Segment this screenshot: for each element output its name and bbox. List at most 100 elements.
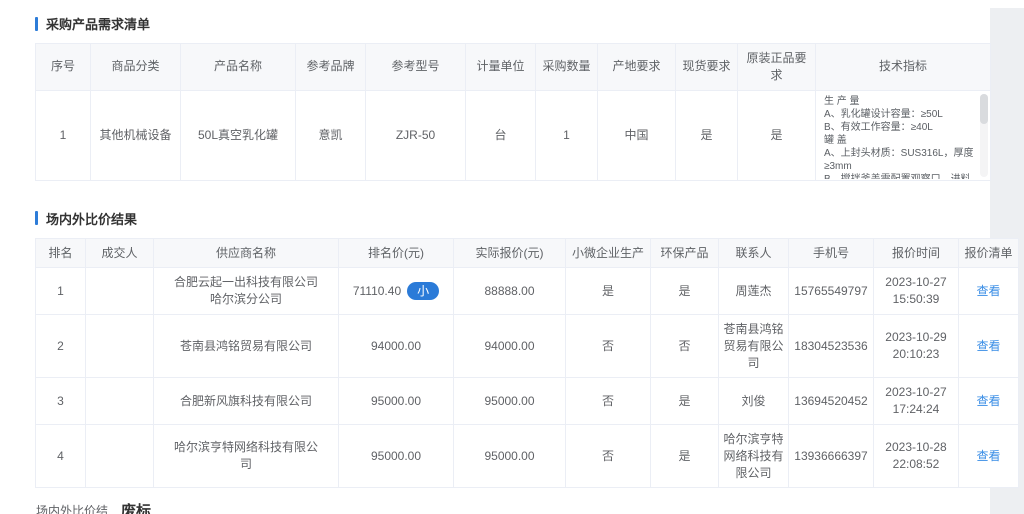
cell-contact: 刘俊 <box>719 378 789 425</box>
cell-tech-specs: 生 产 量 A、乳化罐设计容量：≥50L B、有效工作容量：≥40L 罐 盖 A… <box>816 90 991 180</box>
cell-actual-price: 95000.00 <box>454 424 566 487</box>
result-form: 场内外比价结果: 废标 说明: 已报价供应商均不满足采购人需求条件。有效投标不足… <box>35 502 990 514</box>
cell-phone: 13936666397 <box>789 424 874 487</box>
rank-price-value: 95000.00 <box>371 394 421 408</box>
scrollbar-thumb[interactable] <box>980 94 988 124</box>
cell-actual-price: 94000.00 <box>454 314 566 377</box>
cell-product-name: 50L真空乳化罐 <box>181 90 296 180</box>
requirements-table: 序号 商品分类 产品名称 参考品牌 参考型号 计量单位 采购数量 产地要求 现货… <box>35 43 991 181</box>
cell-rank: 1 <box>36 268 86 315</box>
cell-winner <box>86 424 154 487</box>
cell-eco: 否 <box>651 314 719 377</box>
cell-winner <box>86 268 154 315</box>
col-quantity: 采购数量 <box>536 44 598 91</box>
main-content: 采购产品需求清单 序号 商品分类 产品名称 参考品牌 参考型号 计量单位 采购数… <box>0 0 1024 514</box>
cell-rank: 4 <box>36 424 86 487</box>
cell-eco: 是 <box>651 268 719 315</box>
cell-actual-price: 88888.00 <box>454 268 566 315</box>
cell-brand: 意凯 <box>296 90 366 180</box>
small-enterprise-badge: 小 <box>407 282 439 300</box>
tech-spec-line: B、有效工作容量：≥40L <box>824 121 976 134</box>
cell-winner <box>86 314 154 377</box>
result-row: 场内外比价结果: 废标 <box>35 502 990 514</box>
col-product-name: 产品名称 <box>181 44 296 91</box>
col-phone: 手机号 <box>789 238 874 268</box>
col-in-stock: 现货要求 <box>676 44 738 91</box>
cell-contact: 苍南县鸿铭贸易有限公司 <box>719 314 789 377</box>
cell-quote-list: 查看 <box>959 314 1019 377</box>
requirements-section-title: 采购产品需求清单 <box>35 14 990 33</box>
comparison-section-title: 场内外比价结果 <box>35 209 990 228</box>
cell-contact: 哈尔滨亨特网络科技有限公司 <box>719 424 789 487</box>
view-quote-link[interactable]: 查看 <box>976 284 1000 298</box>
col-eco: 环保产品 <box>651 238 719 268</box>
cell-phone: 15765549797 <box>789 268 874 315</box>
cell-quote-list: 查看 <box>959 424 1019 487</box>
col-tech-specs: 技术指标 <box>816 44 991 91</box>
cell-small-micro: 否 <box>566 378 651 425</box>
col-brand: 参考品牌 <box>296 44 366 91</box>
cell-supplier: 苍南县鸿铭贸易有限公司 <box>154 314 339 377</box>
cell-origin: 中国 <box>598 90 676 180</box>
cell-rank-price: 95000.00 <box>339 424 454 487</box>
tech-spec-line: B、搅拌釜盖需配置观察口、进料口、压缩空气过滤器、LED照明灯、真空口、真空压力… <box>824 173 976 179</box>
cell-rank: 3 <box>36 378 86 425</box>
cell-supplier: 合肥新风旗科技有限公司 <box>154 378 339 425</box>
cell-quote-list: 查看 <box>959 378 1019 425</box>
rank-price-value: 71110.40 <box>353 284 401 298</box>
col-quote-time: 报价时间 <box>874 238 959 268</box>
cell-contact: 周莲杰 <box>719 268 789 315</box>
col-winner: 成交人 <box>86 238 154 268</box>
table-row: 2 苍南县鸿铭贸易有限公司 94000.00 94000.00 否 否 苍南县鸿… <box>36 314 1019 377</box>
cell-rank-price: 95000.00 <box>339 378 454 425</box>
tech-specs-scroll-area[interactable]: 生 产 量 A、乳化罐设计容量：≥50L B、有效工作容量：≥40L 罐 盖 A… <box>824 95 976 179</box>
tech-spec-line: 生 产 量 <box>824 95 976 108</box>
cell-supplier: 合肥云起一出科技有限公司 哈尔滨分公司 <box>154 268 339 315</box>
view-quote-link[interactable]: 查看 <box>976 339 1000 353</box>
cell-eco: 是 <box>651 424 719 487</box>
col-supplier: 供应商名称 <box>154 238 339 268</box>
accent-bar-icon <box>35 211 38 225</box>
result-label: 场内外比价结果: <box>35 502 109 514</box>
table-row: 1 合肥云起一出科技有限公司 哈尔滨分公司 71110.40 小 88888.00… <box>36 268 1019 315</box>
cell-small-micro: 是 <box>566 268 651 315</box>
view-quote-link[interactable]: 查看 <box>976 394 1000 408</box>
col-origin: 产地要求 <box>598 44 676 91</box>
cell-quote-time: 2023-10-28 22:08:52 <box>874 424 959 487</box>
cell-rank: 2 <box>36 314 86 377</box>
cell-quote-time: 2023-10-29 20:10:23 <box>874 314 959 377</box>
tech-spec-line: A、乳化罐设计容量：≥50L <box>824 108 976 121</box>
rank-price-value: 95000.00 <box>371 449 421 463</box>
comparison-header-row: 排名 成交人 供应商名称 排名价(元) 实际报价(元) 小微企业生产 环保产品 … <box>36 238 1019 268</box>
col-seq: 序号 <box>36 44 91 91</box>
cell-phone: 18304523536 <box>789 314 874 377</box>
tech-spec-line: A、上封头材质：SUS316L，厚度≥3mm <box>824 147 976 173</box>
cell-phone: 13694520452 <box>789 378 874 425</box>
cell-seq: 1 <box>36 90 91 180</box>
comparison-table: 排名 成交人 供应商名称 排名价(元) 实际报价(元) 小微企业生产 环保产品 … <box>35 238 1019 489</box>
col-quote-list: 报价清单 <box>959 238 1019 268</box>
col-actual-price: 实际报价(元) <box>454 238 566 268</box>
table-row: 4 哈尔滨亨特网络科技有限公 司 95000.00 95000.00 否 是 哈… <box>36 424 1019 487</box>
section-title-text: 采购产品需求清单 <box>46 14 150 33</box>
tech-spec-line: 罐 盖 <box>824 134 976 147</box>
col-small-micro: 小微企业生产 <box>566 238 651 268</box>
cell-supplier: 哈尔滨亨特网络科技有限公 司 <box>154 424 339 487</box>
col-unit: 计量单位 <box>466 44 536 91</box>
cell-in-stock: 是 <box>676 90 738 180</box>
result-value: 废标 <box>121 500 151 514</box>
col-contact: 联系人 <box>719 238 789 268</box>
table-row: 1 其他机械设备 50L真空乳化罐 意凯 ZJR-50 台 1 中国 是 是 生… <box>36 90 991 180</box>
col-rank: 排名 <box>36 238 86 268</box>
cell-quote-time: 2023-10-27 15:50:39 <box>874 268 959 315</box>
section-title-text: 场内外比价结果 <box>46 209 137 228</box>
cell-model: ZJR-50 <box>366 90 466 180</box>
cell-actual-price: 95000.00 <box>454 378 566 425</box>
view-quote-link[interactable]: 查看 <box>976 449 1000 463</box>
requirements-header-row: 序号 商品分类 产品名称 参考品牌 参考型号 计量单位 采购数量 产地要求 现货… <box>36 44 991 91</box>
cell-quantity: 1 <box>536 90 598 180</box>
col-rank-price: 排名价(元) <box>339 238 454 268</box>
cell-rank-price: 94000.00 <box>339 314 454 377</box>
col-model: 参考型号 <box>366 44 466 91</box>
col-genuine: 原装正品要求 <box>738 44 816 91</box>
